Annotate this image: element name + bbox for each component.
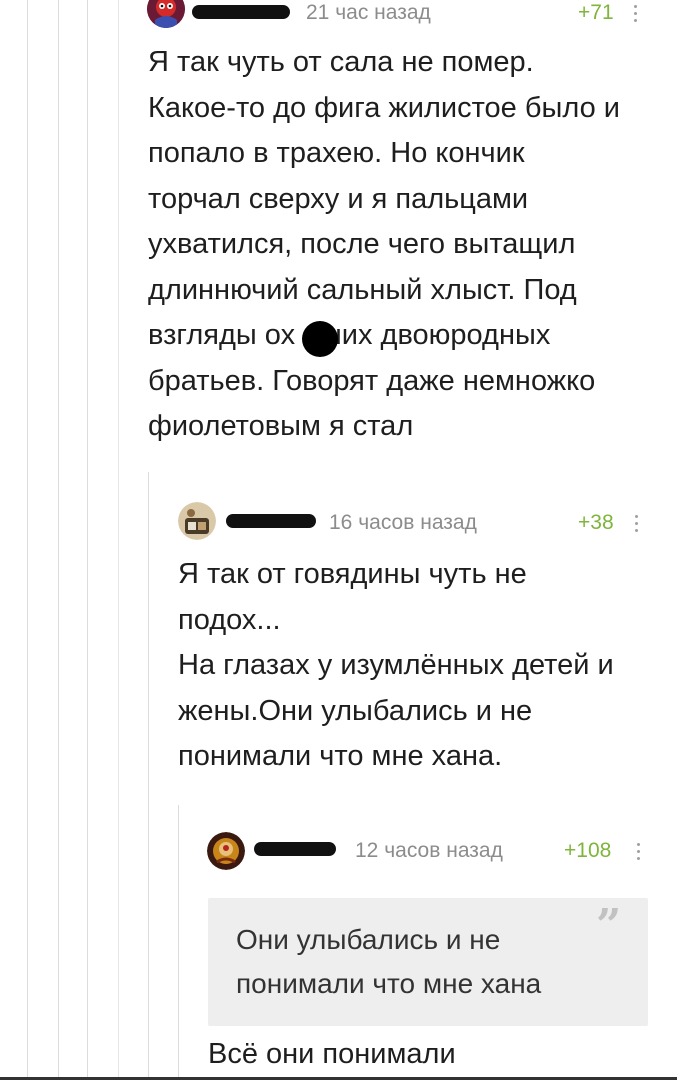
more-icon[interactable]	[637, 843, 641, 860]
comment-text: Я так чуть от сала не помер. Какое-то до…	[148, 46, 620, 442]
avatar[interactable]	[178, 502, 216, 540]
avatar[interactable]	[207, 832, 245, 870]
comment-rating: +71	[578, 1, 614, 24]
comment-rating: +108	[564, 839, 612, 862]
username-redacted[interactable]	[192, 5, 290, 19]
comment-text: Я так от говядины чуть не подох... На гл…	[178, 558, 614, 772]
comment-time: 21 час назад	[306, 1, 431, 24]
quoted-text: Они улыбались и не понимали что мне хана	[236, 924, 542, 999]
comment-text: Всё они понимали	[208, 1038, 456, 1070]
quote-mark-icon: ”	[596, 900, 622, 951]
comment: 21 час назад +71 Я так чуть от сала не п…	[0, 0, 677, 470]
more-icon[interactable]	[634, 5, 638, 22]
comment-time: 12 часов назад	[355, 839, 503, 862]
quoted-text-block: Они улыбались и не понимали что мне хана…	[208, 898, 648, 1026]
comment-rating: +38	[578, 511, 614, 534]
username-redacted[interactable]	[254, 842, 336, 856]
comment: 12 часов назад +108 Они улыбались и не п…	[0, 830, 677, 1080]
censor-blot	[302, 321, 338, 357]
comment-time: 16 часов назад	[329, 511, 477, 534]
comments-thread: 21 час назад +71 Я так чуть от сала не п…	[0, 0, 677, 1080]
more-icon[interactable]	[635, 515, 639, 532]
avatar-image	[207, 832, 245, 870]
avatar[interactable]	[147, 0, 185, 28]
avatar-image	[147, 0, 185, 28]
comment: 16 часов назад +38 Я так от говядины чут…	[0, 500, 677, 800]
username-redacted[interactable]	[226, 514, 316, 528]
avatar-image	[178, 502, 216, 540]
